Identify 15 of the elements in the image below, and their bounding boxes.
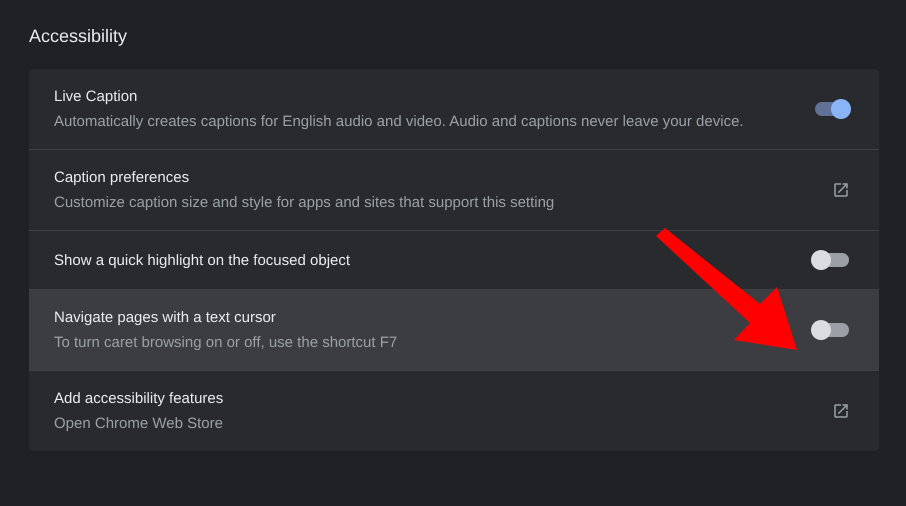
toggle-switch[interactable] (815, 102, 849, 116)
setting-title: Add accessibility features (54, 389, 224, 409)
setting-description: Automatically creates captions for English audio and video. Audio and captions never leave your device. (54, 112, 745, 132)
settings-row[interactable]: Caption preferences Customize caption size and style for apps and sites that support this setting (29, 149, 879, 230)
setting-title: Caption preferences (54, 168, 190, 188)
section-title: Accessibility (29, 25, 128, 48)
setting-title: Show a quick highlight on the focused object (54, 250, 352, 270)
settings-row[interactable]: Navigate pages with a text cursor To turn caret browsing on or off, use the shortcut F7 (29, 289, 879, 370)
setting-title: Live Caption (54, 87, 138, 107)
setting-title: Navigate pages with a text cursor (54, 308, 277, 328)
setting-description: Open Chrome Web Store (54, 414, 224, 434)
setting-description: Customize caption size and style for apps and sites that support this setting (54, 193, 556, 213)
setting-description: To turn caret browsing on or off, use the shortcut F7 (54, 333, 398, 353)
settings-row[interactable]: Add accessibility features Open Chrome Web Store (29, 370, 879, 451)
settings-row[interactable]: Live Caption Automatically creates captions for English audio and video. Audio and captions never leave your device. (29, 69, 879, 149)
